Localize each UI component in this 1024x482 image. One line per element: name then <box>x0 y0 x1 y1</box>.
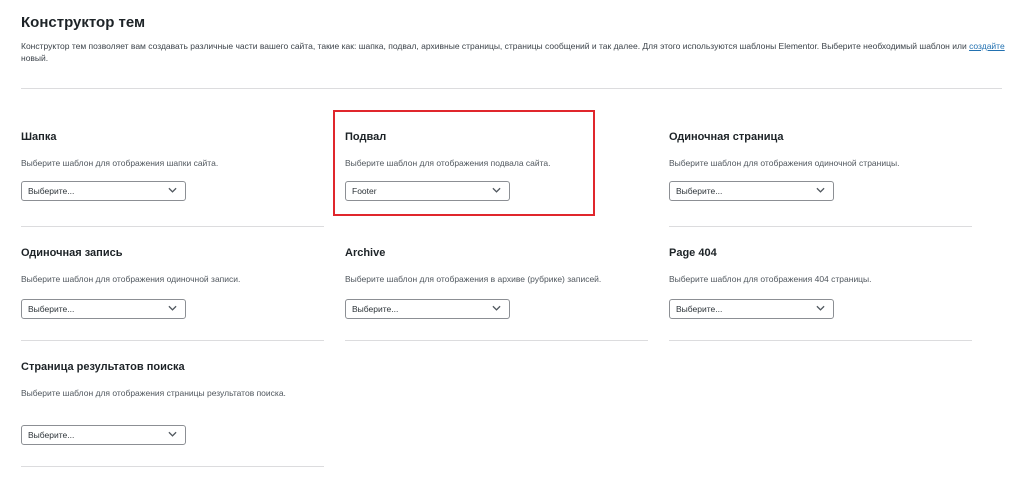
select-value: Выберите... <box>28 186 75 196</box>
single-post-template-select[interactable]: Выберите... <box>21 299 186 319</box>
card-archive: Archive Выберите шаблон для отображения … <box>345 247 648 367</box>
page-404-template-select[interactable]: Выберите... <box>669 299 834 319</box>
select-value: Выберите... <box>28 430 75 440</box>
card-title: Подвал <box>345 131 387 143</box>
select-value: Выберите... <box>352 304 399 314</box>
card-divider <box>21 466 324 467</box>
footer-template-select[interactable]: Footer <box>345 181 510 201</box>
card-title: Page 404 <box>669 247 717 259</box>
select-value: Выберите... <box>676 186 723 196</box>
chevron-down-icon <box>816 187 825 193</box>
card-description: Выберите шаблон для отображения одиночно… <box>669 158 900 168</box>
chevron-down-icon <box>168 305 177 311</box>
card-description: Выберите шаблон для отображения в архиве… <box>345 274 602 284</box>
card-search-results: Страница результатов поиска Выберите шаб… <box>21 361 324 471</box>
card-title: Одиночная страница <box>669 131 784 143</box>
chevron-down-icon <box>492 305 501 311</box>
chevron-down-icon <box>168 187 177 193</box>
card-description: Выберите шаблон для отображения одиночно… <box>21 274 241 284</box>
card-divider <box>669 226 972 227</box>
card-page-404: Page 404 Выберите шаблон для отображения… <box>669 247 972 367</box>
card-title: Одиночная запись <box>21 247 123 259</box>
card-description: Выберите шаблон для отображения страницы… <box>21 388 286 398</box>
top-divider <box>21 88 1002 89</box>
card-divider <box>669 340 972 341</box>
card-footer: Подвал Выберите шаблон для отображения п… <box>345 131 648 251</box>
chevron-down-icon <box>168 431 177 437</box>
page-title: Конструктор тем <box>21 14 146 31</box>
card-divider <box>21 226 324 227</box>
create-template-link[interactable]: создайте <box>969 41 1005 51</box>
card-title: Шапка <box>21 131 57 143</box>
chevron-down-icon <box>492 187 501 193</box>
card-description: Выберите шаблон для отображения 404 стра… <box>669 274 872 284</box>
card-single-page: Одиночная страница Выберите шаблон для о… <box>669 131 972 251</box>
chevron-down-icon <box>816 305 825 311</box>
card-description: Выберите шаблон для отображения подвала … <box>345 158 551 168</box>
search-results-template-select[interactable]: Выберите... <box>21 425 186 445</box>
select-value: Выберите... <box>28 304 75 314</box>
page-description: Конструктор тем позволяет вам создавать … <box>21 40 1006 64</box>
card-title: Страница результатов поиска <box>21 361 185 373</box>
card-description: Выберите шаблон для отображения шапки са… <box>21 158 219 168</box>
archive-template-select[interactable]: Выберите... <box>345 299 510 319</box>
card-title: Archive <box>345 247 386 259</box>
header-template-select[interactable]: Выберите... <box>21 181 186 201</box>
card-header: Шапка Выберите шаблон для отображения ша… <box>21 131 324 251</box>
single-page-template-select[interactable]: Выберите... <box>669 181 834 201</box>
select-value: Выберите... <box>676 304 723 314</box>
card-divider <box>345 340 648 341</box>
description-text-end: новый. <box>21 53 49 63</box>
description-text-start: Конструктор тем позволяет вам создавать … <box>21 41 970 51</box>
card-divider <box>21 340 324 341</box>
select-value: Footer <box>352 186 377 196</box>
card-single-post: Одиночная запись Выберите шаблон для ото… <box>21 247 324 367</box>
